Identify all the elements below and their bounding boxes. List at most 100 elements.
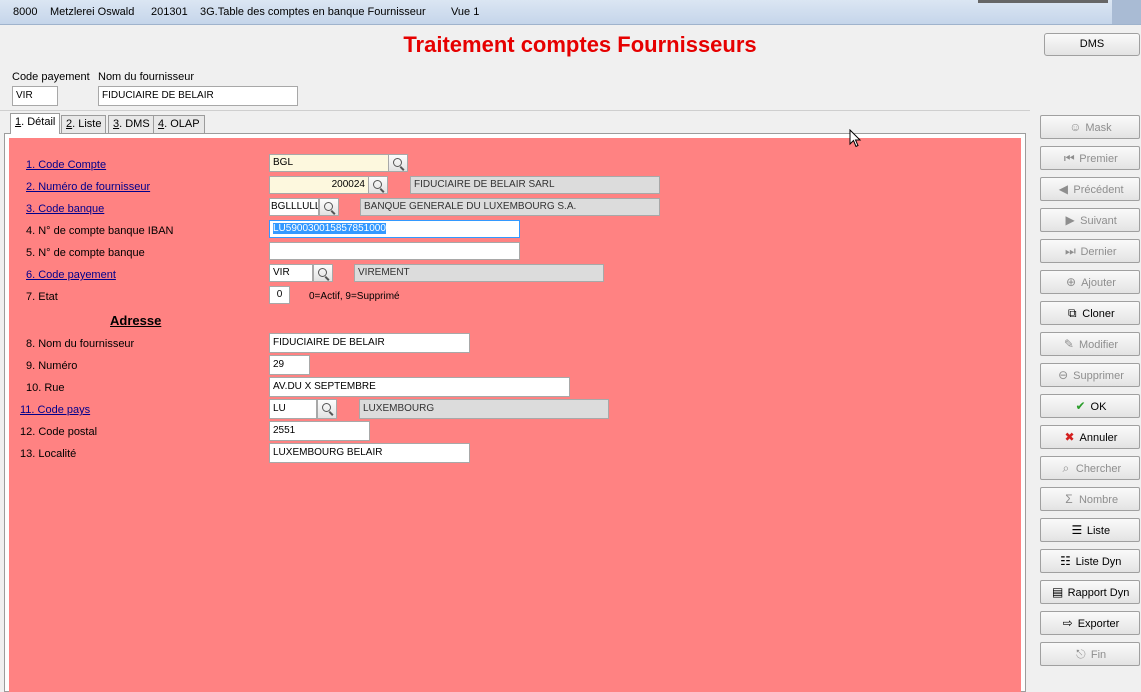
edit-icon: ✎ xyxy=(1063,337,1074,351)
sidebar-button-label: Exporter xyxy=(1077,618,1120,630)
numero-fournisseur-field[interactable]: 200024 xyxy=(269,176,369,194)
pr-c-dent-button[interactable]: ◀ Précédent xyxy=(1040,177,1140,201)
code-pays-label[interactable]: 11. Code pays xyxy=(20,404,90,416)
sidebar-button-label: Annuler xyxy=(1079,432,1118,444)
numero-label: 9. Numéro xyxy=(26,360,78,372)
liste-dyn-button[interactable]: ☷ Liste Dyn xyxy=(1040,549,1140,573)
page-title: Traitement comptes Fournisseurs xyxy=(403,32,757,57)
nom-fournisseur-field[interactable]: FIDUCIAIRE DE BELAIR xyxy=(269,333,470,353)
etat-field[interactable]: 0 xyxy=(269,286,290,304)
localite-field[interactable]: LUXEMBOURG BELAIR xyxy=(269,443,470,463)
sidebar-button-label: OK xyxy=(1090,401,1107,413)
sidebar-button-label: Suivant xyxy=(1080,215,1117,227)
annuler-button[interactable]: ✖ Annuler xyxy=(1040,425,1140,449)
rapport-dyn-button[interactable]: ▤ Rapport Dyn xyxy=(1040,580,1140,604)
code-compte-lookup-button[interactable] xyxy=(388,154,408,172)
supprimer-button[interactable]: ⊖ Supprimer xyxy=(1040,363,1140,387)
fin-button[interactable]: ⎋ Fin xyxy=(1040,642,1140,666)
dms-button[interactable]: DMS xyxy=(1044,33,1140,56)
magnifier-icon xyxy=(373,180,382,189)
dernier-button[interactable]: ⏭ Dernier xyxy=(1040,239,1140,263)
code-banque-label[interactable]: 3. Code banque xyxy=(26,203,104,215)
previous-icon: ◀ xyxy=(1058,182,1069,196)
sidebar-button-label: Mask xyxy=(1085,122,1112,134)
numero-fournisseur-lookup-button[interactable] xyxy=(368,176,388,194)
code-banque-description: BANQUE GENERALE DU LUXEMBOURG S.A. xyxy=(360,198,660,216)
clone-icon: ⧉ xyxy=(1068,306,1077,320)
check-icon: ✔ xyxy=(1075,399,1086,413)
etat-label: 7. Etat xyxy=(26,291,58,303)
sidebar-button-label: Nombre xyxy=(1078,494,1119,506)
exit-icon: ⎋ xyxy=(1076,647,1086,661)
sidebar-button-label: Fin xyxy=(1090,649,1107,661)
numero-fournisseur-label[interactable]: 2. Numéro de fournisseur xyxy=(26,181,150,193)
export-icon: ⇨ xyxy=(1062,616,1073,630)
window-titlebar: 8000 Metzlerei Oswald 201301 3G.Table de… xyxy=(0,0,1141,25)
list-icon: ☰ xyxy=(1071,523,1083,537)
nombre-button[interactable]: Σ Nombre xyxy=(1040,487,1140,511)
code-pays-description: LUXEMBOURG xyxy=(359,399,609,419)
sidebar-button-label: Ajouter xyxy=(1081,277,1116,289)
sidebar-button-label: Dernier xyxy=(1080,246,1117,258)
modifier-button[interactable]: ✎ Modifier xyxy=(1040,332,1140,356)
header-separator xyxy=(0,110,1030,111)
code-payement-header-field[interactable]: VIR xyxy=(12,86,58,106)
mask-button[interactable]: ☺ Mask xyxy=(1040,115,1140,139)
period: 201301 xyxy=(151,6,188,18)
sidebar-button-label: Liste xyxy=(1086,525,1111,537)
code-payement-header-label: Code payement xyxy=(12,71,90,83)
sidebar-button-label: Rapport Dyn xyxy=(1067,587,1130,599)
premier-button[interactable]: ⏮ Premier xyxy=(1040,146,1140,170)
exporter-button[interactable]: ⇨ Exporter xyxy=(1040,611,1140,635)
code-postal-label: 12. Code postal xyxy=(20,426,98,438)
iban-label: 4. N° de compte banque IBAN xyxy=(26,225,174,237)
code-banque-field[interactable]: BGLLLULL xyxy=(269,198,319,216)
numero-fournisseur-description: FIDUCIAIRE DE BELAIR SARL xyxy=(410,176,660,194)
sidebar-button-label: Premier xyxy=(1079,153,1118,165)
code-pays-lookup-button[interactable] xyxy=(317,399,337,419)
code-payement-field[interactable]: VIR xyxy=(269,264,313,282)
compte-banque-field[interactable] xyxy=(269,242,520,260)
sidebar-button-label: Modifier xyxy=(1078,339,1119,351)
nom-fournisseur-header-label: Nom du fournisseur xyxy=(98,71,194,83)
code-postal-field[interactable]: 2551 xyxy=(269,421,370,441)
rue-field[interactable]: AV.DU X SEPTEMBRE xyxy=(269,377,570,397)
titlebar-progress xyxy=(978,0,1108,3)
code-payement-label[interactable]: 6. Code payement xyxy=(26,269,116,281)
code-compte-field[interactable]: BGL xyxy=(269,154,389,172)
last-icon: ⏭ xyxy=(1065,244,1076,258)
magnifier-icon xyxy=(322,403,331,412)
rue-label: 10. Rue xyxy=(26,382,65,394)
sidebar-button-label: Cloner xyxy=(1082,308,1115,320)
chercher-button[interactable]: ⌕ Chercher xyxy=(1040,456,1140,480)
next-icon: ▶ xyxy=(1065,213,1075,227)
titlebar-control[interactable] xyxy=(1112,0,1141,24)
code-compte-label[interactable]: 1. Code Compte xyxy=(26,159,106,171)
sigma-icon: Σ xyxy=(1065,492,1073,506)
add-icon: ⊕ xyxy=(1066,275,1077,289)
adresse-section-title: Adresse xyxy=(110,313,162,328)
company-code: 8000 xyxy=(13,6,38,18)
cloner-button[interactable]: ⧉ Cloner xyxy=(1040,301,1140,325)
liste-button[interactable]: ☰ Liste xyxy=(1040,518,1140,542)
compte-banque-label: 5. N° de compte banque xyxy=(26,247,145,259)
view-name: Vue 1 xyxy=(451,6,480,18)
ajouter-button[interactable]: ⊕ Ajouter xyxy=(1040,270,1140,294)
tab-dms[interactable]: 3. DMS xyxy=(108,115,155,133)
tab-detail[interactable]: 1. Détail xyxy=(10,113,61,134)
sidebar-button-label: Chercher xyxy=(1075,463,1122,475)
code-pays-field[interactable]: LU xyxy=(269,399,317,419)
etat-hint: 0=Actif, 9=Supprimé xyxy=(309,291,400,302)
code-payement-lookup-button[interactable] xyxy=(313,264,333,282)
ok-button[interactable]: ✔ OK xyxy=(1040,394,1140,418)
tab-liste[interactable]: 2. Liste xyxy=(61,115,107,133)
code-banque-lookup-button[interactable] xyxy=(319,198,339,216)
first-icon: ⏮ xyxy=(1063,151,1075,165)
iban-field[interactable]: LU590030015857851000 xyxy=(269,220,520,238)
numero-field[interactable]: 29 xyxy=(269,355,310,375)
nom-fournisseur-header-field[interactable]: FIDUCIAIRE DE BELAIR xyxy=(98,86,298,106)
tab-olap[interactable]: 4. OLAP xyxy=(153,115,205,133)
sidebar-button-label: Précédent xyxy=(1073,184,1124,196)
localite-label: 13. Localité xyxy=(20,448,77,460)
suivant-button[interactable]: ▶ Suivant xyxy=(1040,208,1140,232)
